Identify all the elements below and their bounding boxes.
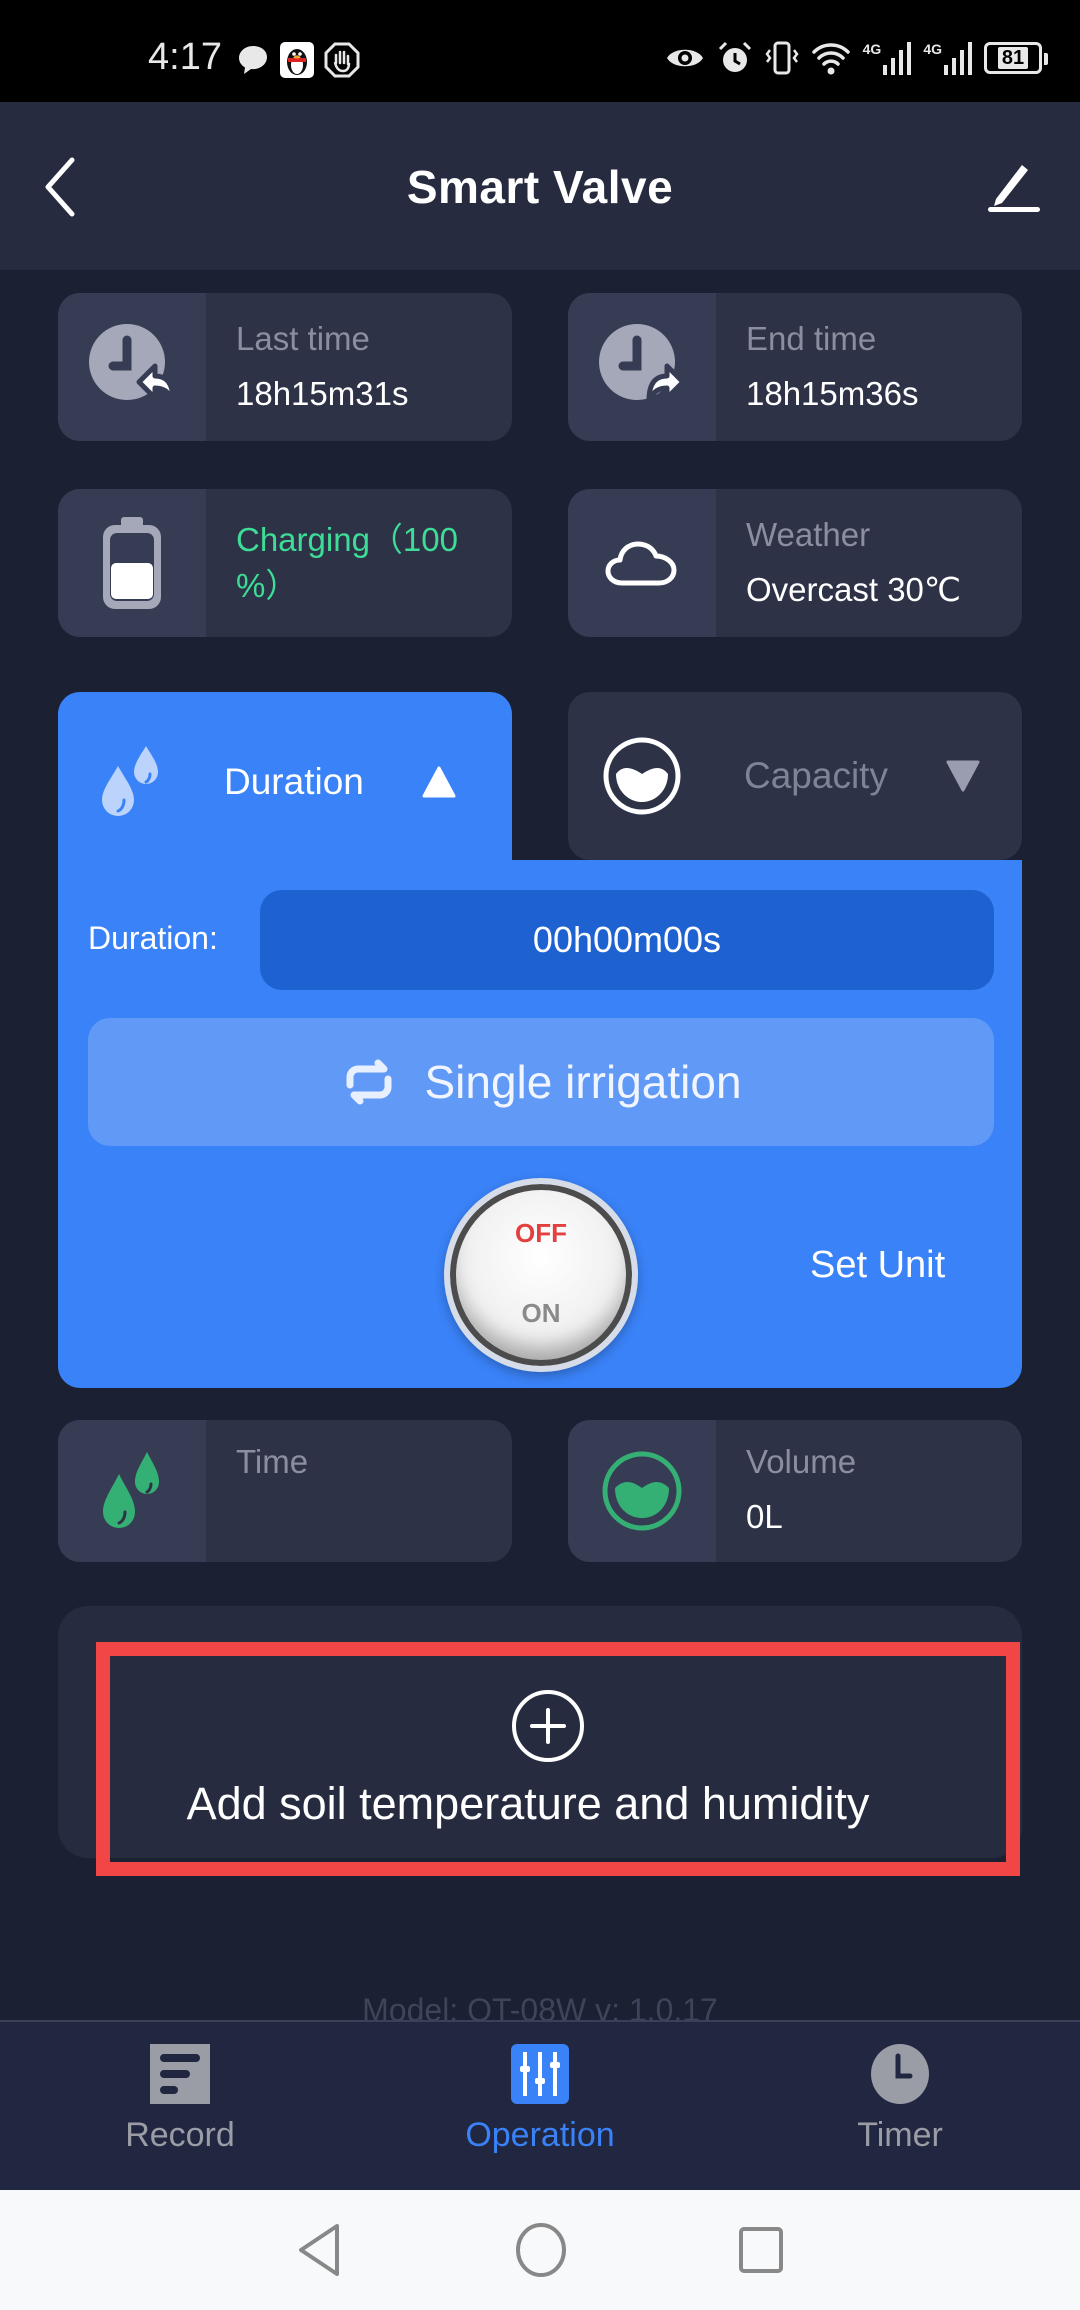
last-time-label: Last time: [236, 320, 370, 357]
plus-circle-icon: [512, 1690, 584, 1762]
battery-level: 81: [997, 47, 1029, 69]
system-status-icons: 4G 4G 81: [665, 40, 1048, 76]
single-irrigation-button[interactable]: Single irrigation: [88, 1018, 994, 1146]
switch-off-label: OFF: [515, 1218, 567, 1248]
nav-timer[interactable]: Timer: [720, 2022, 1080, 2190]
switch-on-label: ON: [521, 1298, 561, 1328]
edit-button[interactable]: [984, 157, 1044, 217]
weather-label: Weather: [746, 516, 871, 553]
record-list-icon: [150, 2044, 210, 2104]
time-stat-label: Time: [236, 1443, 309, 1480]
duration-input[interactable]: 00h00m00s: [260, 890, 994, 990]
bottom-nav: Record Operation Timer: [0, 2020, 1080, 2190]
clock-back-icon: [89, 324, 176, 403]
last-time-value: 18h15m31s: [236, 375, 409, 412]
notification-icons: [236, 42, 360, 78]
nav-timer-label: Timer: [857, 2116, 943, 2154]
nav-record-label: Record: [125, 2116, 235, 2154]
back-triangle-icon[interactable]: [295, 2222, 345, 2278]
sliders-icon: [511, 2044, 569, 2104]
clock-forward-icon: [599, 324, 686, 403]
home-circle-icon[interactable]: [515, 2222, 567, 2278]
water-drops-icon: [102, 746, 158, 816]
battery-card: Charging（100 %）: [58, 489, 512, 637]
volume-stat-value: 0L: [746, 1498, 783, 1535]
repeat-icon: [346, 1059, 392, 1105]
clock-icon: [871, 2044, 929, 2104]
volume-stat-card: Volume 0L: [568, 1420, 1022, 1562]
system-navigation: [0, 2190, 1080, 2310]
vibrate-icon: [765, 40, 799, 76]
page-title: Smart Valve: [406, 161, 674, 213]
app-header: Smart Valve: [0, 102, 1080, 270]
battery-status-line2: %）: [236, 567, 299, 604]
water-level-icon: [602, 1451, 682, 1531]
triangle-up-icon: [422, 766, 456, 798]
signal-4g-icon: 4G: [863, 41, 912, 75]
single-irrigation-label: Single irrigation: [424, 1056, 742, 1108]
alarm-icon: [717, 40, 753, 76]
weather-value: Overcast 30℃: [746, 571, 961, 608]
wifi-icon: [811, 40, 851, 76]
set-unit-button[interactable]: Set Unit: [810, 1244, 945, 1287]
status-bar: 4:17 4G 4G 81: [0, 0, 1080, 102]
eye-icon: [665, 43, 705, 73]
signal-4g-icon: 4G: [923, 41, 972, 75]
add-soil-sensor-button[interactable]: Add soil temperature and humidity: [96, 1642, 1020, 1876]
nav-operation-label: Operation: [465, 2116, 615, 2154]
duration-field-label: Duration:: [88, 920, 218, 956]
tab-capacity-label: Capacity: [744, 755, 888, 796]
pencil-icon: [988, 165, 1040, 212]
weather-card: Weather Overcast 30℃: [568, 489, 1022, 637]
nav-record[interactable]: Record: [0, 2022, 360, 2190]
cloud-icon: [605, 541, 677, 586]
chat-bubble-icon: [236, 43, 270, 77]
end-time-label: End time: [746, 320, 877, 357]
time-stat-card: Time: [58, 1420, 512, 1562]
power-switch[interactable]: OFF ON: [444, 1178, 638, 1372]
tab-duration-label: Duration: [224, 761, 364, 802]
tab-duration[interactable]: Duration: [58, 692, 512, 872]
add-soil-label: Add soil temperature and humidity: [186, 1778, 870, 1829]
recents-square-icon[interactable]: [737, 2225, 785, 2275]
end-time-value: 18h15m36s: [746, 375, 919, 412]
triangle-down-icon: [946, 760, 980, 792]
battery-status-line1: Charging（100: [236, 521, 458, 558]
volume-stat-label: Volume: [746, 1443, 857, 1480]
tab-capacity[interactable]: Capacity: [568, 692, 1022, 860]
water-level-icon: [603, 737, 681, 815]
water-drops-icon: [103, 1452, 159, 1528]
status-time: 4:17: [148, 36, 222, 78]
device-battery-icon: [103, 517, 161, 609]
hand-stop-icon: [324, 42, 360, 78]
end-time-card: End time 18h15m36s: [568, 293, 1022, 441]
duration-panel: Duration: 00h00m00s Single irrigation OF…: [58, 860, 1022, 1388]
qq-penguin-icon: [280, 42, 314, 78]
last-time-card: Last time 18h15m31s: [58, 293, 512, 441]
battery-icon: 81: [984, 42, 1048, 74]
nav-operation[interactable]: Operation: [360, 2022, 720, 2190]
